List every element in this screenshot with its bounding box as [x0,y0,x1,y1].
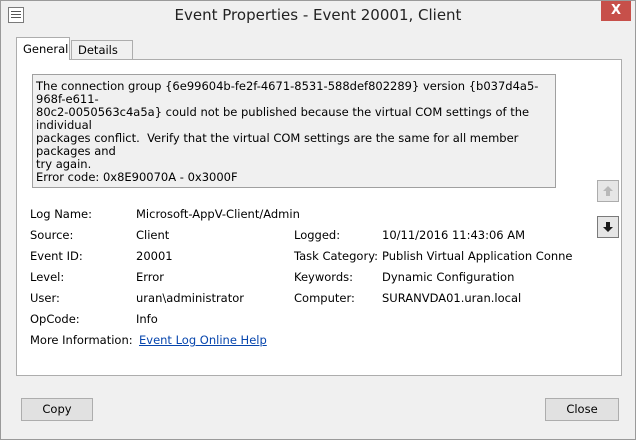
keywords-label: Keywords: [294,270,353,284]
event-properties-window: Event Properties - Event 20001, Client X… [0,0,636,440]
user-value[interactable]: uran\administrator [136,291,244,305]
source-value[interactable]: Client [136,228,169,242]
keywords-value[interactable]: Dynamic Configuration [382,270,514,284]
previous-event-button[interactable] [597,180,619,202]
level-value[interactable]: Error [136,270,164,284]
opcode-value[interactable]: Info [136,312,158,326]
close-window-button[interactable]: X [601,1,631,21]
general-panel: The connection group {6e99604b-fe2f-4671… [16,59,622,376]
logged-value[interactable]: 10/11/2016 11:43:06 AM [382,228,525,242]
event-id-value[interactable]: 20001 [136,249,173,263]
event-log-online-help-link[interactable]: Event Log Online Help [139,333,267,347]
next-event-button[interactable] [597,216,619,238]
task-category-label: Task Category: [294,249,379,263]
arrow-down-icon [603,222,613,232]
task-category-value[interactable]: Publish Virtual Application Conne [382,249,573,263]
tab-details[interactable]: Details [71,40,133,60]
title-bar[interactable]: Event Properties - Event 20001, Client X [1,1,635,29]
more-information-label: More Information: [30,333,133,347]
computer-value[interactable]: SURANVDA01.uran.local [382,291,521,305]
source-label: Source: [30,228,74,242]
event-description[interactable]: The connection group {6e99604b-fe2f-4671… [32,74,556,188]
logged-label: Logged: [294,228,341,242]
event-id-label: Event ID: [30,249,83,263]
tab-general[interactable]: General [16,37,70,60]
window-title: Event Properties - Event 20001, Client [174,6,462,24]
log-name-value[interactable]: Microsoft-AppV-Client/Admin [136,207,300,221]
log-name-label: Log Name: [30,207,92,221]
close-button[interactable]: Close [545,398,619,421]
opcode-label: OpCode: [30,312,80,326]
computer-label: Computer: [294,291,355,305]
user-label: User: [30,291,60,305]
level-label: Level: [30,270,65,284]
arrow-up-icon [603,186,613,196]
copy-button[interactable]: Copy [21,398,93,421]
